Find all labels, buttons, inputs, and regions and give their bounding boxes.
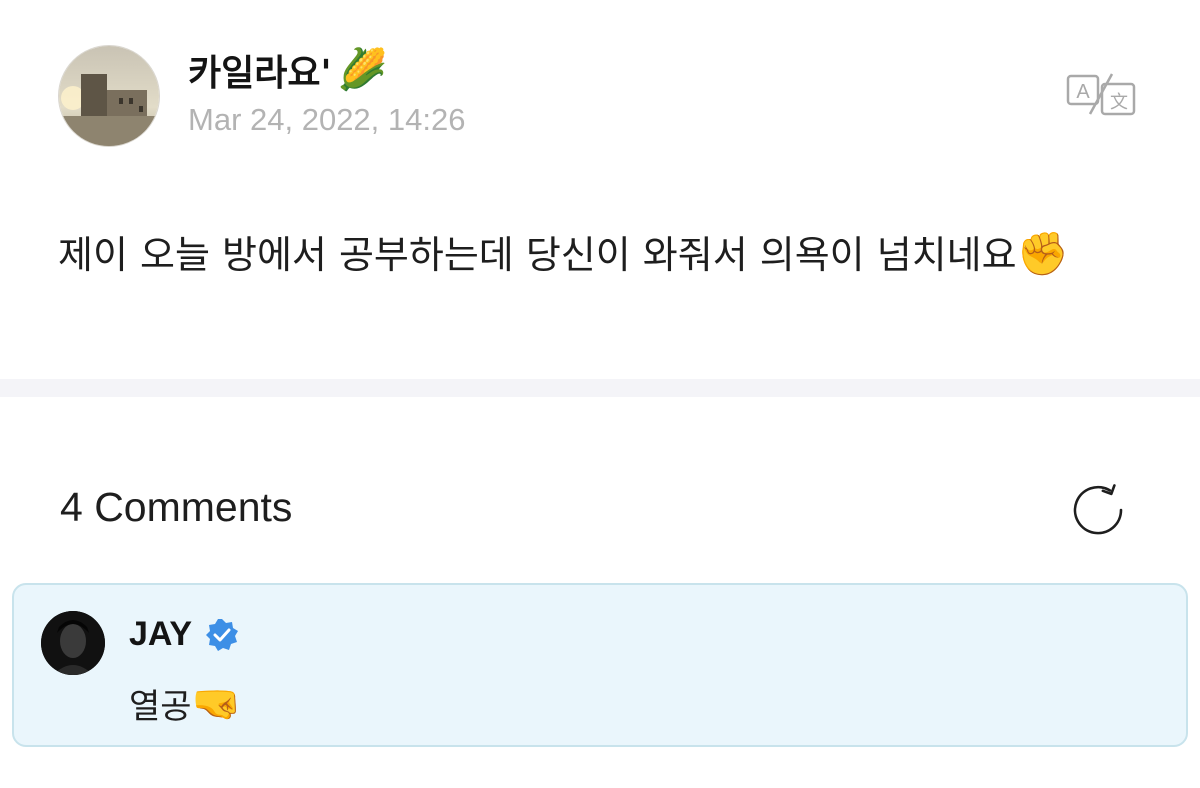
svg-text:文: 文 <box>1110 92 1128 113</box>
corn-emoji: 🌽 <box>337 47 388 93</box>
section-divider <box>0 379 1200 397</box>
comment-author-name: JAY <box>129 615 193 653</box>
post-body: 제이 오늘 방에서 공부하는데 당신이 와줘서 의욕이 넘치네요✊ <box>58 222 1158 287</box>
verified-badge-icon <box>206 618 239 651</box>
post-body-text: 제이 오늘 방에서 공부하는데 당신이 와줘서 의욕이 넘치네요 <box>58 233 1017 277</box>
post-date: Mar 24, 2022, 14:26 <box>188 102 466 137</box>
avatar-photo-icon <box>41 611 105 675</box>
comment-text-body: 열공 <box>129 687 192 727</box>
refresh-button[interactable] <box>1071 483 1133 537</box>
comments-count-heading: 4 Comments <box>60 484 293 530</box>
post-header: 카일라요' 🌽 Mar 24, 2022, 14:26 A 文 <box>0 0 1200 180</box>
author-name[interactable]: 카일라요' 🌽 <box>188 44 387 96</box>
translate-button[interactable]: A 文 <box>1064 70 1140 118</box>
comment-author-avatar[interactable] <box>41 611 105 675</box>
svg-text:A: A <box>1076 81 1090 103</box>
fist-emoji: ✊ <box>1016 229 1069 278</box>
comment-item[interactable]: JAY 열공 🤜 <box>12 583 1188 747</box>
author-avatar[interactable] <box>58 45 160 147</box>
author-name-text: 카일라요' <box>188 53 332 94</box>
avatar-photo-icon <box>59 46 159 146</box>
refresh-icon <box>1073 484 1123 535</box>
translate-icon: A 文 <box>1066 73 1136 116</box>
comment-author[interactable]: JAY <box>129 615 240 654</box>
comment-text: 열공 🤜 <box>129 679 241 728</box>
right-fist-emoji: 🤜 <box>191 681 242 727</box>
